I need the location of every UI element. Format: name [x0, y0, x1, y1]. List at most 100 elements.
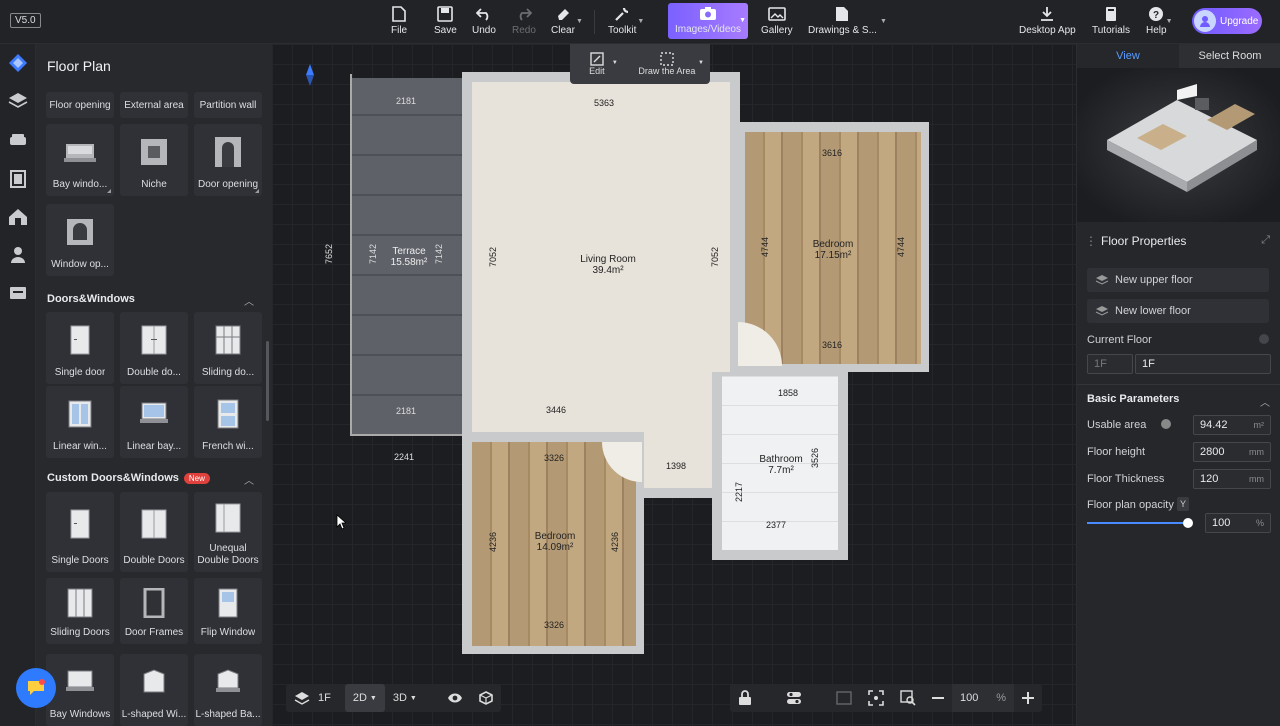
edit-button[interactable]: Edit ▼: [570, 44, 624, 84]
floor-height-input[interactable]: 2800 mm: [1193, 442, 1271, 462]
help-button[interactable]: ? Help ▼: [1146, 4, 1173, 40]
tab-select-room[interactable]: Select Room: [1179, 44, 1280, 68]
floor-selector[interactable]: 1F: [286, 684, 339, 712]
book-icon: [1103, 4, 1119, 24]
save-button[interactable]: Save: [434, 4, 457, 40]
dimension-label: 2181: [396, 406, 417, 416]
opacity-slider-handle[interactable]: [1183, 518, 1193, 528]
dimension-label: 1858: [778, 388, 799, 398]
view-3d-button[interactable]: 3D ▼: [385, 684, 425, 712]
chat-support-button[interactable]: [16, 668, 56, 708]
linear-window-icon: [68, 386, 92, 441]
divider: [1077, 384, 1280, 385]
opacity-slider-track[interactable]: [1087, 522, 1187, 524]
images-videos-button[interactable]: Images/Videos ▼: [668, 3, 748, 39]
info-icon[interactable]: [1161, 419, 1171, 429]
zoom-area-button[interactable]: [892, 684, 924, 712]
toolkit-button[interactable]: Toolkit ▼: [608, 4, 644, 40]
door-frames-tile[interactable]: Door Frames: [120, 578, 188, 644]
desktop-app-button[interactable]: Desktop App: [1019, 4, 1076, 40]
collapse-icon[interactable]: ︿: [244, 472, 254, 487]
toggle-button[interactable]: [778, 684, 810, 712]
layers-icon: [1095, 306, 1109, 316]
l-shaped-window-tile[interactable]: L-shaped Wi...: [120, 654, 188, 726]
door-opening-tile[interactable]: Door opening: [194, 124, 262, 196]
window-opening-tile[interactable]: Window op...: [46, 204, 114, 276]
panel-scrollbar[interactable]: [266, 341, 269, 421]
cube-view-button[interactable]: [471, 684, 501, 712]
single-doors-tile[interactable]: Single Doors: [46, 492, 114, 572]
niche-tile[interactable]: Niche: [120, 124, 188, 196]
dimension-label: 2181: [396, 96, 417, 106]
unequal-double-doors-tile[interactable]: Unequal Double Doors: [194, 492, 262, 572]
collapse-icon[interactable]: ︿: [1260, 394, 1270, 409]
redo-button[interactable]: Redo: [512, 4, 536, 40]
upgrade-button[interactable]: Upgrade: [1192, 8, 1262, 34]
collapse-icon[interactable]: ︿: [244, 293, 254, 308]
lock-button[interactable]: [730, 684, 760, 712]
tutorials-button[interactable]: Tutorials: [1092, 4, 1130, 40]
double-doors-tile[interactable]: Double Doors: [120, 492, 188, 572]
l-shaped-bay-window-tile[interactable]: L-shaped Ba...: [194, 654, 262, 726]
dimension-label: 4236: [488, 532, 498, 553]
dimension-label: 3446: [546, 405, 567, 415]
floor-plan-nav[interactable]: [7, 52, 29, 74]
image-button[interactable]: [828, 684, 860, 712]
opacity-toggle[interactable]: Y: [1177, 497, 1189, 511]
dimension-label: 7142: [434, 244, 444, 265]
external-area-chip[interactable]: External area: [120, 92, 188, 118]
drawings-button[interactable]: Drawings & S... ▼: [808, 4, 887, 40]
house-nav[interactable]: [7, 206, 29, 228]
file-button[interactable]: File: [391, 4, 407, 40]
chevron-down-icon: ▼: [698, 60, 704, 66]
drag-handle-icon[interactable]: ⋮: [1085, 234, 1097, 248]
new-lower-floor-button[interactable]: New lower floor: [1087, 299, 1269, 323]
expand-icon[interactable]: ⤢: [1261, 234, 1270, 247]
undo-button[interactable]: Undo: [472, 4, 496, 40]
new-upper-floor-button[interactable]: New upper floor: [1087, 268, 1269, 292]
floor-prefix-select[interactable]: 1F: [1087, 354, 1133, 374]
minus-icon: [932, 697, 944, 699]
layers-nav[interactable]: [7, 90, 29, 112]
dimension-label: 1398: [666, 461, 687, 471]
gallery-button[interactable]: Gallery: [761, 4, 793, 40]
info-icon[interactable]: [1259, 334, 1269, 344]
chevron-down-icon: ▼: [409, 694, 417, 702]
corridor[interactable]: [642, 432, 714, 488]
divider: [594, 10, 595, 34]
visibility-button[interactable]: [439, 684, 471, 712]
furniture-nav[interactable]: [7, 130, 29, 152]
sliding-doors-icon: [67, 578, 93, 627]
draw-area-button[interactable]: Draw the Area ▼: [624, 44, 710, 84]
clear-button[interactable]: Clear ▼: [551, 4, 583, 40]
sliding-door-tile[interactable]: Sliding do...: [194, 312, 262, 384]
cube-icon: [479, 691, 493, 705]
single-door-tile[interactable]: Single door: [46, 312, 114, 384]
french-window-tile[interactable]: French wi...: [194, 386, 262, 458]
bay-windows-tile[interactable]: Bay Windows: [46, 654, 114, 726]
double-door-tile[interactable]: Double do...: [120, 312, 188, 384]
zoom-level[interactable]: 100%: [952, 684, 1014, 712]
person-nav[interactable]: [7, 244, 29, 266]
doors-windows-header[interactable]: Doors&Windows: [47, 293, 135, 305]
partition-wall-chip[interactable]: Partition wall: [194, 92, 262, 118]
zoom-out-button[interactable]: [924, 684, 952, 712]
floor-thickness-input[interactable]: 120 mm: [1193, 469, 1271, 489]
zoom-in-button[interactable]: [1014, 684, 1042, 712]
bay-window-tile[interactable]: Bay windo...: [46, 124, 114, 196]
view-2d-button[interactable]: 2D ▼: [344, 684, 385, 712]
floor-opening-chip[interactable]: Floor opening: [46, 92, 114, 118]
sliding-doors-tile[interactable]: Sliding Doors: [46, 578, 114, 644]
linear-window-tile[interactable]: Linear win...: [46, 386, 114, 458]
opacity-input[interactable]: 100%: [1205, 513, 1271, 533]
current-floor-input[interactable]: 1F: [1135, 354, 1271, 374]
fit-screen-button[interactable]: [860, 684, 892, 712]
storage-nav[interactable]: [7, 282, 29, 304]
custom-doors-windows-header[interactable]: Custom Doors&Windows New: [47, 472, 210, 484]
floor-plan-canvas[interactable]: Terrace 15.58m² Living Room 39.4m² Bedroom…: [272, 44, 1076, 726]
cabinet-nav[interactable]: [7, 168, 29, 190]
3d-preview[interactable]: [1077, 68, 1280, 222]
flip-window-tile[interactable]: Flip Window: [194, 578, 262, 644]
tab-view[interactable]: View: [1077, 44, 1179, 68]
linear-bay-window-tile[interactable]: Linear bay...: [120, 386, 188, 458]
